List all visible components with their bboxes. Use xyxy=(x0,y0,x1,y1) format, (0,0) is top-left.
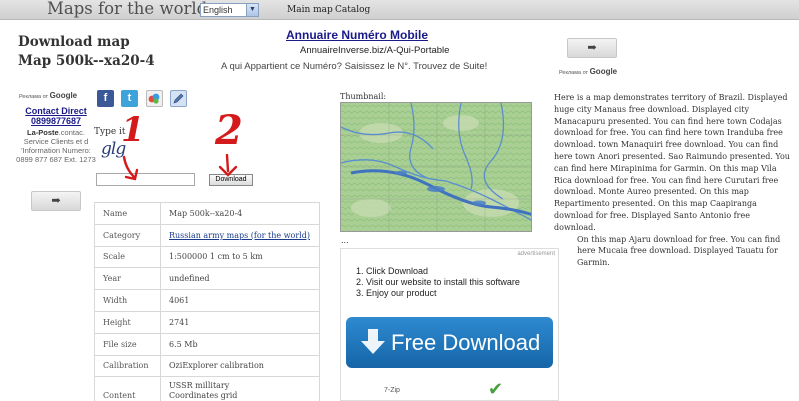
description-paragraph-1: Here is a map demonstrates territory of … xyxy=(554,93,790,232)
info-value: undefined xyxy=(160,267,320,291)
left-ad-title-line1: Contact Direct xyxy=(25,106,87,116)
annotation-arrow-two xyxy=(218,154,238,177)
advertisement-label: advertisement xyxy=(517,251,555,257)
twitter-icon[interactable]: t xyxy=(121,90,138,107)
table-row: Width 4061 xyxy=(94,289,320,312)
thumbnail-more: ... xyxy=(341,236,349,245)
pencil-icon[interactable] xyxy=(170,90,187,107)
left-ad-title[interactable]: Contact Direct 0899877687 xyxy=(15,106,97,126)
table-row: Height 2741 xyxy=(94,310,320,334)
category-link[interactable]: Russian army maps (for the world) xyxy=(169,231,310,240)
chevron-down-icon[interactable]: ▼ xyxy=(246,4,258,16)
top-ad-next-button[interactable]: ➡ xyxy=(567,38,617,58)
ads-by-label: Реклама от xyxy=(559,70,589,76)
info-value-line: Coordinates grid xyxy=(169,390,238,400)
info-key: Name xyxy=(94,202,161,225)
twitter-glyph: t xyxy=(127,92,132,104)
thumbnail-label: Thumbnail: xyxy=(340,92,387,101)
left-ad-title-line2: 0899877687 xyxy=(30,116,82,126)
left-ads-by-google[interactable]: Реклама от Google xyxy=(19,91,77,100)
facebook-icon[interactable]: f xyxy=(97,90,114,107)
table-row: Scale 1:500000 1 cm to 5 km xyxy=(94,245,320,269)
ads-by-label: Реклама от xyxy=(19,94,49,100)
bookmark-icon[interactable] xyxy=(146,90,163,107)
info-key: Calibration xyxy=(94,354,161,378)
info-value: 2741 xyxy=(160,310,320,334)
nav-main-map[interactable]: Main map xyxy=(287,5,333,15)
download-ad-steps: 1. Click Download 2. Visit our website t… xyxy=(356,266,520,299)
info-value-line: USSR millitary xyxy=(169,380,230,390)
left-ad-body: La-Poste.contac. Service Clients et d 'I… xyxy=(15,128,97,164)
top-bar: Maps for the world English ▼ Main map Ca… xyxy=(0,0,799,20)
info-value: OziExplorer calibration xyxy=(160,354,320,378)
download-arrow-icon xyxy=(361,329,385,354)
download-ad-step: 2. Visit our website to install this sof… xyxy=(356,277,520,287)
table-row: ContentUSSR millitaryCoordinates gridTop… xyxy=(94,376,320,401)
page-title: Download map Map 500k--xa20-4 xyxy=(18,33,155,71)
map-thumbnail[interactable] xyxy=(340,102,532,232)
table-row: Name Map 500k--xa20-4 xyxy=(94,202,320,225)
map-info-table: Name Map 500k--xa20-4 Category Russian army… xyxy=(94,202,320,401)
download-ad-item: 7-Zip xyxy=(384,387,400,394)
free-download-label: Free Download xyxy=(391,330,541,355)
page-title-line1: Download map xyxy=(18,34,130,50)
info-value: USSR millitaryCoordinates gridTopography xyxy=(160,376,320,401)
info-value: 1:500000 1 cm to 5 km xyxy=(160,245,320,269)
download-ad-step: 3. Enjoy our product xyxy=(356,288,437,298)
left-ad[interactable]: Contact Direct 0899877687 La-Poste.conta… xyxy=(15,106,97,164)
map-description: Here is a map demonstrates territory of … xyxy=(554,92,792,269)
annotation-arrow-one xyxy=(122,155,139,181)
site-title[interactable]: Maps for the world xyxy=(47,0,207,18)
page-title-line2: Map 500k--xa20-4 xyxy=(18,53,155,69)
left-ad-brand: La-Poste xyxy=(27,128,59,137)
description-paragraph-2: On this map Ajaru download for free. You… xyxy=(577,234,781,268)
info-value: 6.5 Mb xyxy=(160,332,320,356)
info-value: Russian army maps (for the world) xyxy=(160,223,320,247)
info-key: Category xyxy=(94,223,161,247)
top-ad-description: A qui Appartient ce Numéro? Saisissez le… xyxy=(221,61,488,72)
download-ad-box[interactable]: advertisement 1. Click Download 2. Visit… xyxy=(340,248,559,401)
info-value: Map 500k--xa20-4 xyxy=(160,202,320,225)
facebook-glyph: f xyxy=(103,92,108,104)
download-ad-step: 1. Click Download xyxy=(356,266,429,276)
arrow-right-icon: ➡ xyxy=(51,194,61,207)
check-icon: ✔ xyxy=(488,379,504,399)
top-ads-by-google[interactable]: Реклама от Google xyxy=(559,67,617,76)
table-row: Category Russian army maps (for the world… xyxy=(94,223,320,247)
arrow-right-icon: ➡ xyxy=(587,41,597,54)
left-ad-next-button[interactable]: ➡ xyxy=(31,191,81,211)
top-ad-title[interactable]: Annuaire Numéro Mobile xyxy=(286,28,428,42)
info-value: 4061 xyxy=(160,289,320,312)
language-value: English xyxy=(203,5,233,15)
free-download-button[interactable]: Free Download xyxy=(346,317,553,368)
language-select[interactable]: English ▼ xyxy=(200,3,259,17)
top-ad-url[interactable]: AnnuaireInverse.biz/A-Qui-Portable xyxy=(300,45,449,56)
map-thumbnail-image xyxy=(341,103,531,231)
annotation-one: 1 xyxy=(121,110,145,150)
info-key: Width xyxy=(94,289,161,312)
table-row: File size 6.5 Mb xyxy=(94,332,320,356)
table-row: Calibration OziExplorer calibration xyxy=(94,354,320,378)
google-logo: Google xyxy=(49,91,78,100)
info-key: Content xyxy=(94,376,161,401)
info-key: Height xyxy=(94,310,161,334)
google-logo: Google xyxy=(589,67,618,76)
nav-catalog[interactable]: Catalog xyxy=(335,5,370,15)
info-key: Year xyxy=(94,267,161,291)
info-key: File size xyxy=(94,332,161,356)
table-row: Year undefined xyxy=(94,267,320,291)
info-key: Scale xyxy=(94,245,161,269)
annotation-two: 2 xyxy=(215,107,243,154)
